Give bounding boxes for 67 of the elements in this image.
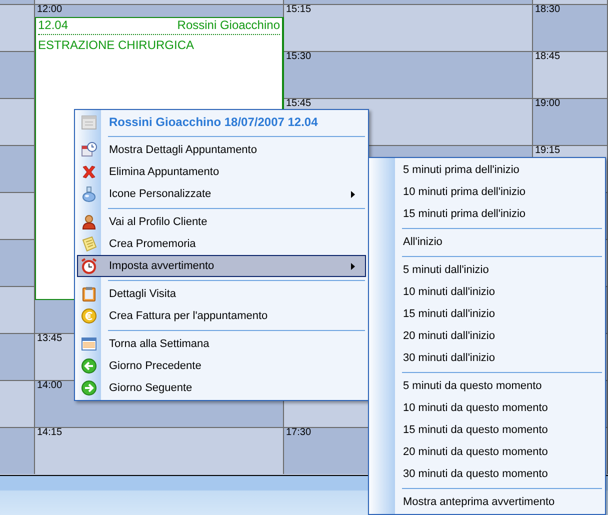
- slot-time: 19:00: [535, 99, 560, 109]
- slot-time: 14:15: [37, 428, 62, 438]
- calendar-slot[interactable]: [0, 145, 35, 192]
- menu-item[interactable]: Imposta avvertimento: [77, 255, 366, 277]
- menu-item[interactable]: 30 minuti dall'inizio: [371, 347, 603, 369]
- calendar-slot[interactable]: [0, 333, 35, 380]
- menu-item[interactable]: 15 minuti prima dell'inizio: [371, 203, 603, 225]
- menu-item[interactable]: 15 minuti dall'inizio: [371, 303, 603, 325]
- flask-icon: [81, 186, 97, 202]
- calendar-icon: [81, 336, 97, 352]
- menu-item[interactable]: Torna alla Settimana: [77, 333, 366, 355]
- clipboard-icon: [81, 286, 97, 302]
- calendar-slot[interactable]: 15:15: [284, 4, 533, 51]
- menu-item[interactable]: 30 minuti da questo momento: [371, 463, 603, 485]
- calendar-slot[interactable]: [0, 380, 35, 427]
- menu-item[interactable]: 10 minuti prima dell'inizio: [371, 181, 603, 203]
- slot-time: 13:45: [37, 334, 62, 344]
- menu-item[interactable]: 10 minuti da questo momento: [371, 397, 603, 419]
- menu-item[interactable]: Dettagli Visita: [77, 283, 366, 305]
- menu-item[interactable]: 15 minuti da questo momento: [371, 419, 603, 441]
- calendar-icon: [81, 114, 97, 130]
- patient-name: Rossini Gioacchino: [177, 18, 280, 33]
- menu-item[interactable]: Crea Promemoria: [77, 233, 366, 255]
- calendar-slot[interactable]: 12:00: [35, 4, 284, 17]
- calendar-slot[interactable]: [0, 239, 35, 286]
- menu-item[interactable]: Elimina Appuntamento: [77, 161, 366, 183]
- alarm-clock-icon: [81, 258, 97, 274]
- menu-item[interactable]: All'inizio: [371, 231, 603, 253]
- menu-item[interactable]: Crea Fattura per l'appuntamento: [77, 305, 366, 327]
- menu-item[interactable]: 20 minuti da questo momento: [371, 441, 603, 463]
- calendar-slot[interactable]: 19:00: [533, 98, 608, 145]
- euro-coin-icon: [81, 308, 97, 324]
- calendar-slot[interactable]: 15:30: [284, 51, 533, 98]
- calendar-slot[interactable]: [0, 427, 35, 474]
- slot-time: 17:30: [286, 428, 312, 438]
- calendar-clock-icon: [81, 142, 97, 158]
- menu-item[interactable]: Vai al Profilo Cliente: [77, 211, 366, 233]
- menu-item[interactable]: Giorno Precedente: [77, 355, 366, 377]
- calendar-slot[interactable]: [0, 0, 35, 4]
- calendar-slot[interactable]: 18:45: [533, 51, 608, 98]
- slot-time: 15:15: [286, 5, 312, 15]
- menu-item[interactable]: 20 minuti dall'inizio: [371, 325, 603, 347]
- calendar-slot[interactable]: [0, 286, 35, 333]
- slot-time: 12:00: [37, 5, 62, 15]
- calendar-slot[interactable]: [0, 51, 35, 98]
- calendar-slot[interactable]: [0, 192, 35, 239]
- delete-icon: [81, 164, 97, 180]
- calendar-slot[interactable]: 14:15: [35, 427, 284, 474]
- menu-item[interactable]: 5 minuti prima dell'inizio: [371, 159, 603, 181]
- slot-time: 18:45: [535, 52, 560, 62]
- slot-time: 19:15: [535, 146, 560, 156]
- menu-item[interactable]: 5 minuti da questo momento: [371, 375, 603, 397]
- menu-item[interactable]: Icone Personalizzate: [77, 183, 366, 205]
- slot-time: 14:00: [37, 381, 62, 391]
- note-icon: [81, 236, 97, 252]
- appointment-time: 12.04: [38, 18, 68, 33]
- slot-time: 15:45: [286, 99, 312, 109]
- appointment-description: ESTRAZIONE CHIRURGICA: [38, 37, 194, 53]
- calendar-slot[interactable]: [0, 98, 35, 145]
- menu-item[interactable]: 10 minuti dall'inizio: [371, 281, 603, 303]
- slot-time: 15:30: [286, 52, 312, 62]
- menu-item[interactable]: 5 minuti dall'inizio: [371, 259, 603, 281]
- person-icon: [81, 214, 97, 230]
- calendar-slot[interactable]: 18:30: [533, 4, 608, 51]
- menu-item[interactable]: Mostra anteprima avvertimento: [371, 491, 603, 513]
- calendar-slot[interactable]: [0, 4, 35, 51]
- slot-time: 18:30: [535, 5, 560, 15]
